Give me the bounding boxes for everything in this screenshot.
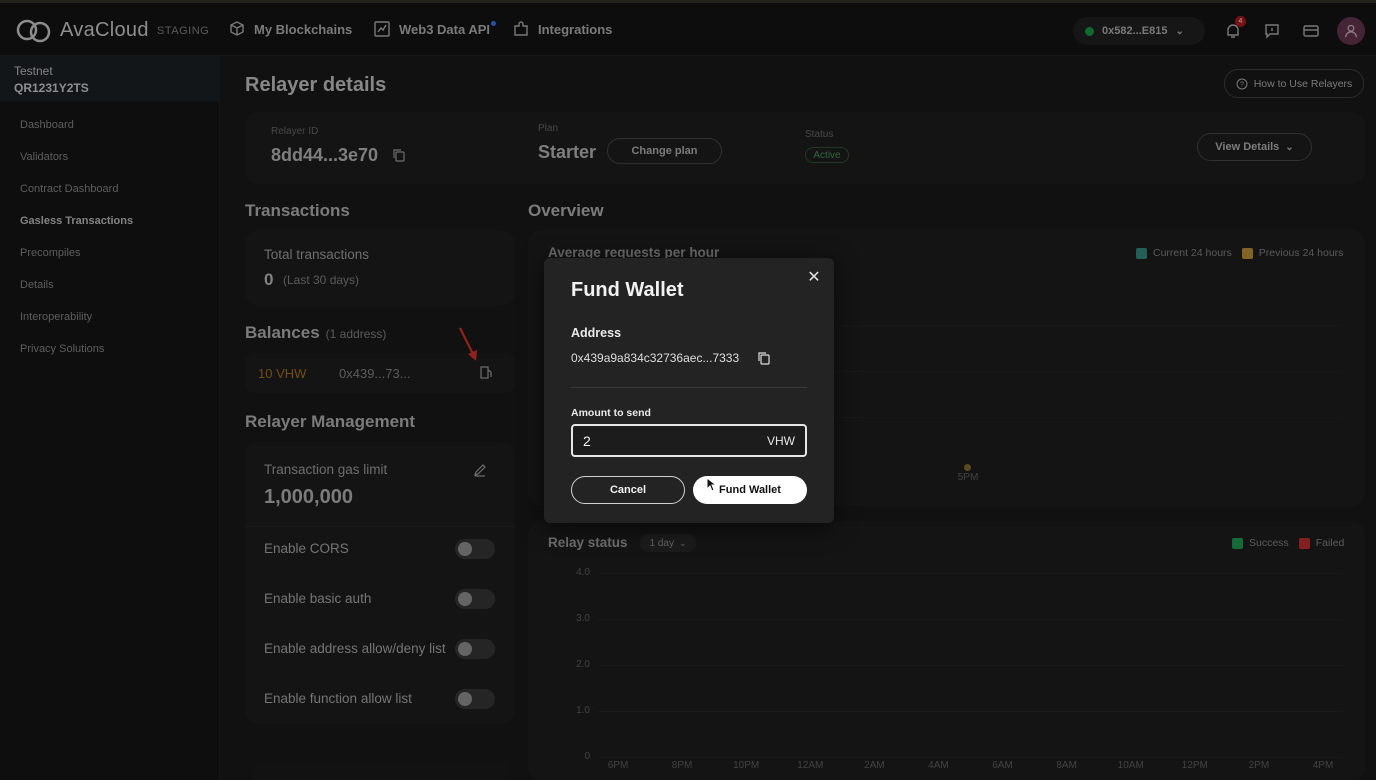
mouse-cursor-icon [706, 477, 716, 492]
amount-input[interactable] [583, 431, 753, 451]
divider [571, 387, 807, 388]
amount-unit: VHW [767, 434, 795, 448]
cancel-button[interactable]: Cancel [571, 476, 685, 504]
fund-wallet-modal: Fund Wallet ✕ Address 0x439a9a834c32736a… [544, 258, 834, 523]
modal-title: Fund Wallet [571, 279, 684, 301]
close-icon[interactable]: ✕ [806, 270, 822, 286]
address-label: Address [571, 326, 622, 340]
copy-icon[interactable] [757, 351, 771, 365]
amount-field[interactable]: VHW [571, 424, 807, 457]
app-window: AvaCloud STAGING My Blockchains Web3 Dat… [0, 0, 1376, 780]
address-value: 0x439a9a834c32736aec...7333 [571, 351, 740, 365]
amount-label: Amount to send [571, 407, 651, 419]
